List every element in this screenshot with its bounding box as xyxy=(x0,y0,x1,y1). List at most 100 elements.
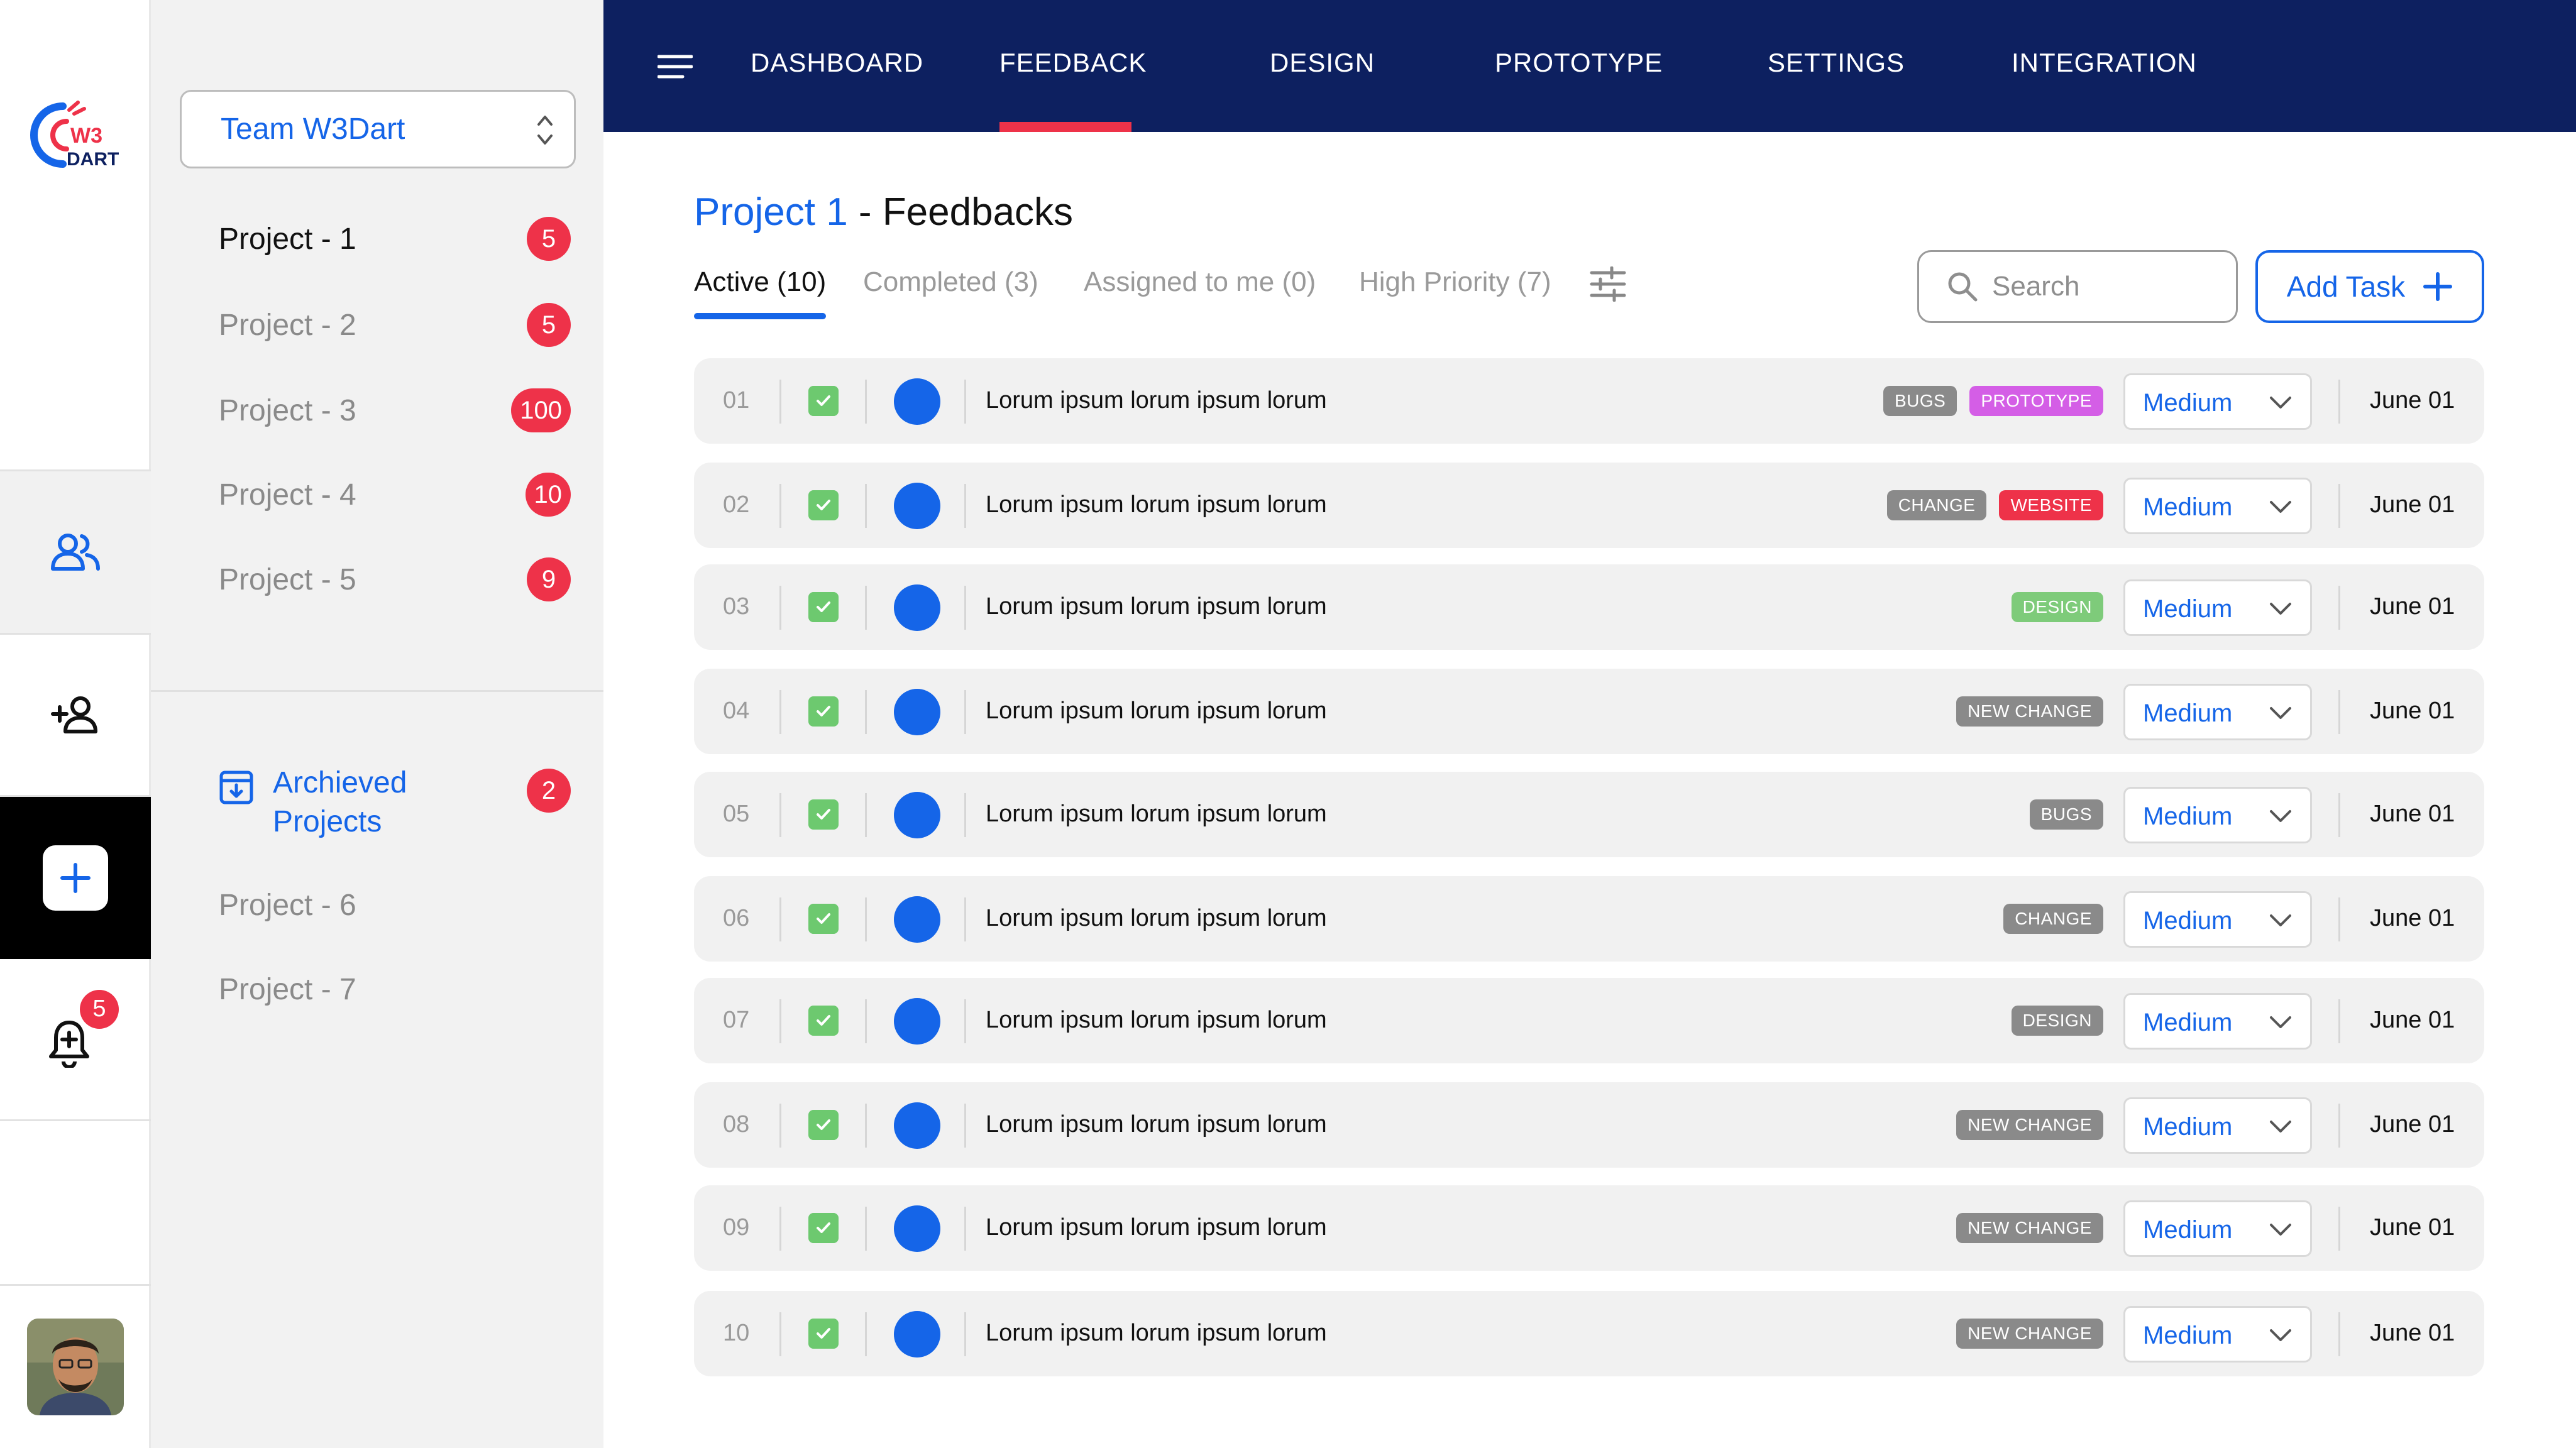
task-status-dot[interactable] xyxy=(894,1311,940,1358)
notification-bell[interactable]: 5 xyxy=(47,989,119,1068)
task-title[interactable]: Lorum ipsum lorum ipsum lorum xyxy=(986,1007,1327,1034)
chevron-down-icon xyxy=(2270,1224,2291,1236)
priority-dropdown[interactable]: Medium xyxy=(2123,373,2312,430)
task-due-date: June 01 xyxy=(2370,1111,2455,1138)
row-divider xyxy=(964,484,966,528)
task-row[interactable]: 10 Lorum ipsum lorum ipsum lorum NEW CHANG… xyxy=(694,1291,2484,1376)
rail-profile-button[interactable] xyxy=(0,1286,151,1448)
tab-dashboard[interactable]: DASHBOARD xyxy=(751,48,923,78)
task-title[interactable]: Lorum ipsum lorum ipsum lorum xyxy=(986,1214,1327,1241)
filter-tab-assigned[interactable]: Assigned to me (0) xyxy=(1084,266,1316,298)
task-title[interactable]: Lorum ipsum lorum ipsum lorum xyxy=(986,905,1327,932)
create-button[interactable] xyxy=(43,845,108,911)
plus-icon xyxy=(60,863,91,893)
task-title[interactable]: Lorum ipsum lorum ipsum lorum xyxy=(986,593,1327,620)
task-row[interactable]: 08 Lorum ipsum lorum ipsum lorum NEW CHANG… xyxy=(694,1082,2484,1168)
sidebar-item-project-5[interactable]: Project - 5 9 xyxy=(219,551,571,608)
project-label: Project - 5 xyxy=(219,562,356,596)
task-status-dot[interactable] xyxy=(894,689,940,735)
task-status-dot[interactable] xyxy=(894,1102,940,1149)
priority-dropdown[interactable]: Medium xyxy=(2123,993,2312,1050)
priority-value: Medium xyxy=(2143,595,2233,623)
task-tag: BUGS xyxy=(1883,386,1957,416)
priority-dropdown[interactable]: Medium xyxy=(2123,1097,2312,1154)
task-checkbox[interactable] xyxy=(808,1319,839,1349)
task-row[interactable]: 02 Lorum ipsum lorum ipsum lorum CHANGE WEB… xyxy=(694,463,2484,548)
sidebar-item-project-4[interactable]: Project - 4 10 xyxy=(219,466,571,523)
archived-projects-header[interactable]: Archieved Projects 2 xyxy=(219,764,571,852)
priority-dropdown[interactable]: Medium xyxy=(2123,579,2312,636)
hamburger-menu-icon[interactable] xyxy=(658,54,693,79)
task-row[interactable]: 03 Lorum ipsum lorum ipsum lorum DESIGN Med… xyxy=(694,564,2484,650)
task-number: 10 xyxy=(723,1320,750,1346)
task-tags: NEW CHANGE xyxy=(1956,1213,2103,1243)
tab-design[interactable]: DESIGN xyxy=(1270,48,1375,78)
priority-dropdown[interactable]: Medium xyxy=(2123,1200,2312,1257)
task-title[interactable]: Lorum ipsum lorum ipsum lorum xyxy=(986,698,1327,725)
user-avatar[interactable] xyxy=(27,1319,124,1415)
task-checkbox[interactable] xyxy=(808,1110,839,1140)
sliders-icon[interactable] xyxy=(1589,266,1627,302)
row-divider xyxy=(964,1207,966,1251)
priority-dropdown[interactable]: Medium xyxy=(2123,787,2312,843)
task-checkbox[interactable] xyxy=(808,696,839,727)
team-selector[interactable]: Team W3Dart xyxy=(180,90,576,168)
filter-tab-completed[interactable]: Completed (3) xyxy=(863,266,1038,298)
task-due-date: June 01 xyxy=(2370,905,2455,931)
search-input[interactable]: Search xyxy=(1917,250,2238,323)
task-status-dot[interactable] xyxy=(894,378,940,425)
priority-dropdown[interactable]: Medium xyxy=(2123,684,2312,740)
task-row[interactable]: 09 Lorum ipsum lorum ipsum lorum NEW CHANG… xyxy=(694,1185,2484,1271)
task-row[interactable]: 01 Lorum ipsum lorum ipsum lorum BUGS PROTO… xyxy=(694,358,2484,444)
task-status-dot[interactable] xyxy=(894,1205,940,1252)
task-checkbox[interactable] xyxy=(808,1006,839,1036)
sidebar-item-project-6[interactable]: Project - 6 xyxy=(219,877,571,933)
task-title[interactable]: Lorum ipsum lorum ipsum lorum xyxy=(986,1111,1327,1138)
task-checkbox[interactable] xyxy=(808,490,839,520)
filter-tab-high-priority[interactable]: High Priority (7) xyxy=(1359,266,1551,298)
sidebar-item-project-3[interactable]: Project - 3 100 xyxy=(219,382,571,439)
active-filter-indicator xyxy=(694,313,826,319)
task-status-dot[interactable] xyxy=(894,483,940,529)
add-task-button[interactable]: Add Task xyxy=(2255,250,2484,323)
priority-dropdown[interactable]: Medium xyxy=(2123,891,2312,948)
priority-dropdown[interactable]: Medium xyxy=(2123,1306,2312,1363)
task-title[interactable]: Lorum ipsum lorum ipsum lorum xyxy=(986,1320,1327,1347)
checkmark-icon xyxy=(817,1222,830,1233)
rail-create-button[interactable] xyxy=(0,797,151,959)
row-divider xyxy=(2338,897,2340,941)
page-title-project[interactable]: Project 1 xyxy=(694,190,848,234)
rail-team-button[interactable] xyxy=(0,471,151,635)
rail-add-user-button[interactable] xyxy=(0,635,151,797)
task-title[interactable]: Lorum ipsum lorum ipsum lorum xyxy=(986,387,1327,414)
task-status-dot[interactable] xyxy=(894,896,940,943)
task-status-dot[interactable] xyxy=(894,584,940,631)
tab-prototype[interactable]: PROTOTYPE xyxy=(1495,48,1663,78)
task-checkbox[interactable] xyxy=(808,1213,839,1243)
task-row[interactable]: 06 Lorum ipsum lorum ipsum lorum CHANGE Med… xyxy=(694,876,2484,962)
task-row[interactable]: 07 Lorum ipsum lorum ipsum lorum DESIGN Med… xyxy=(694,978,2484,1063)
task-status-dot[interactable] xyxy=(894,998,940,1045)
row-divider xyxy=(964,1104,966,1148)
sidebar-item-project-1[interactable]: Project - 1 5 xyxy=(219,211,571,267)
w3dart-logo[interactable]: W3 DART xyxy=(25,97,126,173)
tab-feedback[interactable]: FEEDBACK xyxy=(999,48,1147,78)
task-checkbox[interactable] xyxy=(808,592,839,622)
sidebar-item-project-2[interactable]: Project - 2 5 xyxy=(219,297,571,353)
priority-dropdown[interactable]: Medium xyxy=(2123,478,2312,534)
task-checkbox[interactable] xyxy=(808,799,839,830)
task-checkbox[interactable] xyxy=(808,904,839,934)
rail-notifications-button[interactable]: 5 xyxy=(0,959,151,1121)
task-title[interactable]: Lorum ipsum lorum ipsum lorum xyxy=(986,491,1327,518)
tab-settings[interactable]: SETTINGS xyxy=(1768,48,1905,78)
sidebar-item-project-7[interactable]: Project - 7 xyxy=(219,961,571,1017)
task-title[interactable]: Lorum ipsum lorum ipsum lorum xyxy=(986,801,1327,828)
task-row[interactable]: 05 Lorum ipsum lorum ipsum lorum BUGS Mediu… xyxy=(694,772,2484,857)
filter-tab-active[interactable]: Active (10) xyxy=(694,266,826,298)
task-number: 07 xyxy=(723,1007,750,1033)
row-divider xyxy=(2338,690,2340,734)
task-status-dot[interactable] xyxy=(894,792,940,838)
task-checkbox[interactable] xyxy=(808,386,839,416)
tab-integration[interactable]: INTEGRATION xyxy=(2012,48,2197,78)
task-row[interactable]: 04 Lorum ipsum lorum ipsum lorum NEW CHANG… xyxy=(694,669,2484,754)
